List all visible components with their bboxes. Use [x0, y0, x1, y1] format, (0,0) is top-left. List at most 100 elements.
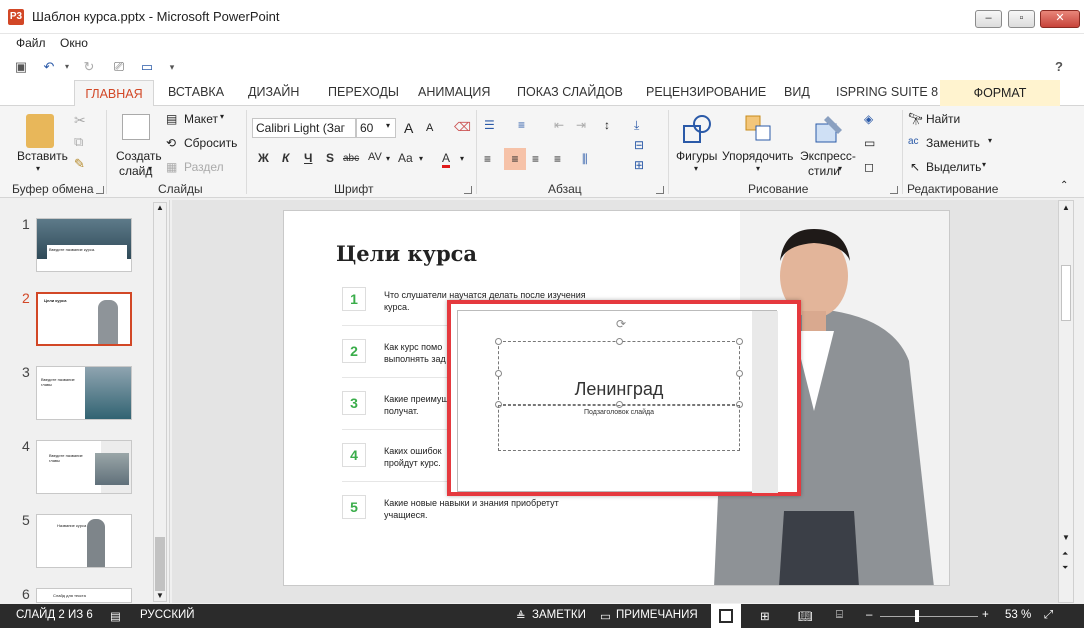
resize-handle[interactable] [616, 338, 623, 345]
reading-view-icon[interactable]: 📖︎ [798, 609, 813, 623]
justify-icon[interactable]: ≡ [554, 152, 561, 166]
paste-dropdown-icon[interactable]: ▾ [36, 164, 40, 173]
paste-icon[interactable] [26, 114, 54, 148]
shapes-icon[interactable] [682, 114, 712, 144]
arrange-dropdown-icon[interactable]: ▾ [756, 164, 760, 173]
smartart-icon[interactable]: ⊞ [634, 158, 644, 172]
goal-text[interactable]: Какие преимущ получат. [384, 393, 450, 417]
zoom-level[interactable]: 53 % [1005, 609, 1031, 621]
font-launcher-icon[interactable] [464, 186, 472, 194]
quick-styles-icon[interactable] [814, 114, 844, 144]
goal-text[interactable]: Каких ошибок пройдут курс. [384, 445, 450, 469]
tab-animations[interactable]: АНИМАЦИЯ [418, 85, 490, 99]
slideshow-from-start-icon[interactable]: ⎚ [110, 59, 128, 75]
save-icon[interactable]: ▣ [12, 59, 30, 75]
undo-icon[interactable]: ↶ [40, 59, 58, 75]
tab-insert[interactable]: ВСТАВКА [168, 85, 224, 99]
thumbnail-scrollbar[interactable]: ▲ ▼ [153, 202, 167, 602]
preview-title[interactable]: Ленинград [498, 379, 740, 400]
shrink-font-button[interactable]: A [426, 122, 433, 134]
maximize-button[interactable]: ▫ [1008, 10, 1035, 28]
previous-slide-icon[interactable]: ⏶ [1062, 549, 1068, 559]
tab-review[interactable]: РЕЦЕНЗИРОВАНИЕ [646, 85, 766, 99]
customize-qat-icon[interactable]: ▾ [163, 59, 181, 75]
drawing-launcher-icon[interactable] [890, 186, 898, 194]
shadow-button[interactable]: S [326, 151, 334, 165]
quick-styles-dropdown-icon[interactable]: ▾ [838, 164, 842, 173]
resize-handle[interactable] [495, 338, 502, 345]
arrange-button[interactable]: Упорядочить [722, 149, 793, 163]
find-button[interactable]: Найти [926, 112, 960, 126]
italic-button[interactable]: К [282, 151, 289, 165]
highlighted-slide-preview[interactable]: ⟳ Ленинград Подзаголовок слайда [447, 300, 801, 496]
font-color-button[interactable]: A [442, 151, 451, 168]
case-dropdown-icon[interactable]: ▾ [419, 154, 423, 163]
scroll-up-icon[interactable]: ▲ [1062, 203, 1070, 212]
scroll-down-icon[interactable]: ▼ [156, 591, 164, 600]
layout-button[interactable]: Макет [184, 112, 218, 126]
window-icon[interactable]: ▭ [138, 59, 156, 75]
clear-formatting-icon[interactable]: ⌫ [454, 120, 471, 134]
grow-font-button[interactable]: A [404, 120, 413, 136]
tab-transitions[interactable]: ПЕРЕХОДЫ [328, 85, 399, 99]
align-text-icon[interactable]: ⊟ [634, 138, 644, 152]
text-direction-icon[interactable]: ⤓ [634, 118, 639, 133]
resize-handle[interactable] [736, 370, 743, 377]
bold-button[interactable]: Ж [258, 151, 269, 165]
layout-dropdown-icon[interactable]: ▾ [220, 112, 224, 121]
tab-view[interactable]: ВИД [784, 85, 810, 99]
bullets-icon[interactable]: ☰ [484, 118, 495, 132]
comments-button[interactable]: ПРИМЕЧАНИЯ [616, 609, 698, 621]
paragraph-launcher-icon[interactable] [656, 186, 664, 194]
line-spacing-icon[interactable]: ↕ [604, 118, 610, 132]
zoom-out-button[interactable]: – [866, 609, 872, 621]
font-name-box[interactable]: Calibri Light (Заг [252, 118, 356, 138]
collapse-ribbon-icon[interactable]: ⌃ [1060, 180, 1068, 191]
shape-effects-icon[interactable]: ◻ [864, 160, 874, 174]
align-left-icon[interactable]: ≡ [484, 152, 491, 166]
slide-counter[interactable]: СЛАЙД 2 ИЗ 6 [16, 609, 93, 621]
paste-button[interactable]: Вставить [17, 149, 68, 163]
format-painter-icon[interactable]: ✎ [74, 156, 85, 172]
thumbnail-slide-4[interactable]: Введите название главы [36, 440, 132, 494]
help-button[interactable]: ? [1050, 59, 1068, 75]
preview-subtitle[interactable]: Подзаголовок слайда [498, 409, 740, 416]
normal-view-button[interactable] [711, 604, 741, 628]
tab-ispring[interactable]: ISPRING SUITE 8 [836, 85, 938, 99]
scroll-thumb[interactable] [1061, 265, 1071, 321]
scroll-up-icon[interactable]: ▲ [156, 203, 164, 212]
minimize-button[interactable]: – [975, 10, 1002, 28]
powerpoint-app-icon[interactable]: P3 [8, 9, 24, 25]
shapes-button[interactable]: Фигуры [676, 149, 717, 163]
slide-title[interactable]: Цели курса [336, 241, 477, 266]
fit-to-window-icon[interactable]: ⤢ [1044, 609, 1053, 622]
redo-icon[interactable]: ↻ [80, 59, 98, 75]
thumbnail-slide-5[interactable]: Название курса [36, 514, 132, 568]
shape-outline-icon[interactable]: ▭ [864, 136, 875, 150]
scroll-down-icon[interactable]: ▼ [1062, 533, 1070, 542]
close-button[interactable]: ✕ [1040, 10, 1080, 28]
notes-button[interactable]: ЗАМЕТКИ [532, 609, 586, 621]
underline-button[interactable]: Ч [304, 151, 312, 165]
align-center-icon[interactable]: ≡ [504, 148, 526, 170]
rotate-handle-icon[interactable]: ⟳ [616, 317, 626, 331]
preview-slide[interactable]: ⟳ Ленинград Подзаголовок слайда [457, 310, 778, 493]
shape-fill-icon[interactable]: ◈ [864, 112, 873, 126]
zoom-slider[interactable] [880, 616, 978, 617]
clipboard-launcher-icon[interactable] [96, 186, 104, 194]
goal-text[interactable]: Как курс помо выполнять зад [384, 341, 450, 365]
select-button[interactable]: Выделить [926, 160, 981, 174]
slideshow-view-icon[interactable]: ⌸ [836, 609, 843, 622]
reset-button[interactable]: Сбросить [184, 136, 237, 150]
menu-window[interactable]: Окно [60, 36, 88, 50]
resize-handle[interactable] [495, 370, 502, 377]
quick-styles-button[interactable]: Экспресс- [800, 149, 856, 163]
character-spacing-button[interactable]: AV [368, 151, 382, 163]
align-right-icon[interactable]: ≡ [532, 152, 539, 166]
language-indicator[interactable]: РУССКИЙ [140, 609, 195, 621]
new-slide-dropdown-icon[interactable]: ▾ [148, 164, 152, 173]
change-case-button[interactable]: Aa [398, 151, 413, 165]
numbering-icon[interactable]: ≡ [518, 118, 525, 132]
shapes-dropdown-icon[interactable]: ▾ [694, 164, 698, 173]
zoom-slider-thumb[interactable] [915, 610, 919, 622]
